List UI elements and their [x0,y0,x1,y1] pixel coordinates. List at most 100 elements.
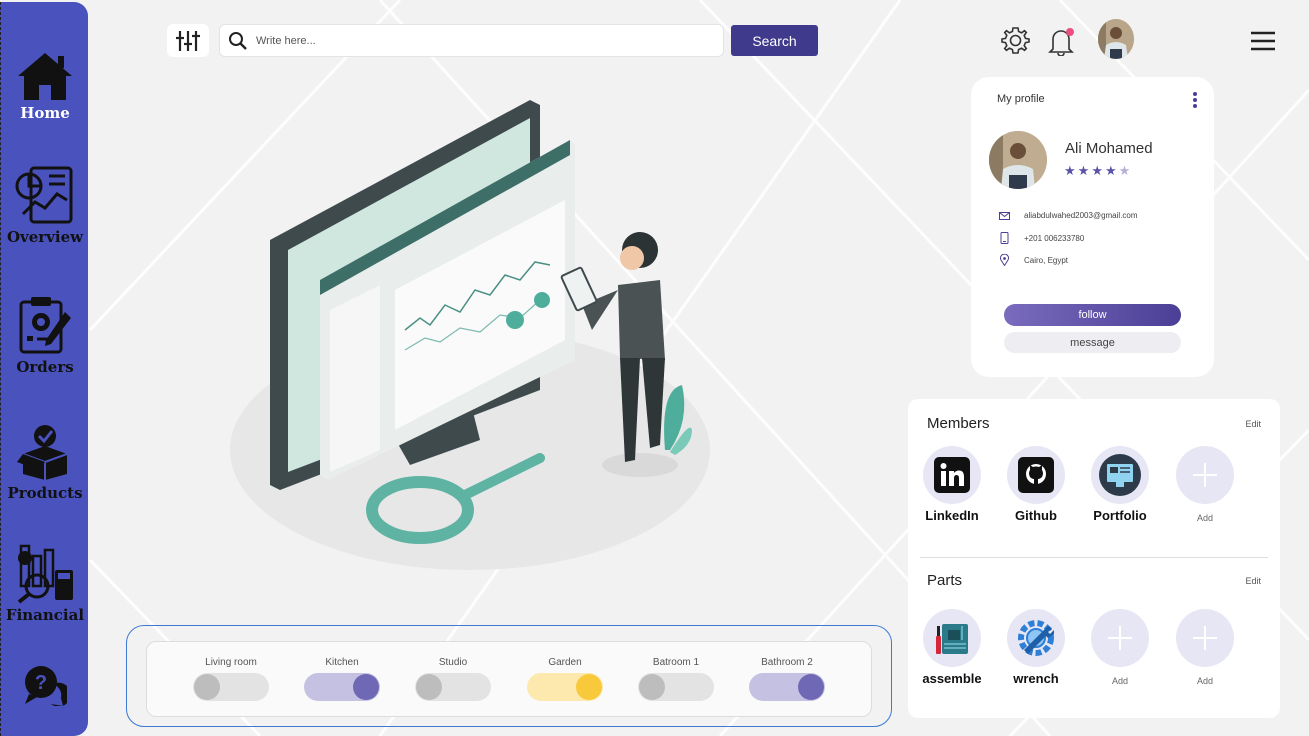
analytics-illustration [230,100,710,570]
room-toggle[interactable] [527,673,603,701]
search-box [219,24,724,57]
help-button[interactable]: ? [1,664,89,706]
follow-button[interactable]: follow [1004,304,1181,326]
star-icon: ★ [1104,163,1119,178]
room-toggle[interactable] [638,673,714,701]
add-tile-circle [1176,446,1234,504]
profile-phone-row: +201 006233780 [999,232,1084,244]
section-divider [920,557,1268,558]
profile-avatar [989,131,1047,189]
search-icon [229,31,247,50]
parts-edit-link[interactable]: Edit [1245,576,1261,586]
sliders-icon [176,30,200,51]
profile-card: My profile Ali Mohamed ★★★★★ aliabdulwah… [971,77,1214,377]
portfolio-tile-circle [1091,446,1149,504]
star-icon: ★ [1077,163,1092,178]
menu-icon[interactable] [1250,30,1276,52]
add-label: Add [1196,513,1213,523]
member-github[interactable]: Github [1001,446,1071,523]
gear-icon[interactable] [1001,26,1030,55]
room-toggle[interactable] [304,673,380,701]
part-label: assemble [922,671,982,686]
room-garden: Garden [515,657,615,701]
sidebar-item-label: Overview [6,228,84,246]
add-part-button[interactable]: Add [1170,609,1240,686]
sidebar-item-orders[interactable]: Orders [1,294,89,376]
profile-location-row: Cairo, Egypt [999,254,1068,266]
message-button[interactable]: message [1004,332,1181,353]
members-edit-link[interactable]: Edit [1245,419,1261,429]
add-tile-circle [1091,609,1149,667]
parts-title: Parts [927,572,963,589]
profile-rating: ★★★★★ [1064,163,1132,179]
user-avatar[interactable] [1098,19,1134,59]
room-toggle[interactable] [749,673,825,701]
member-label: LinkedIn [925,508,979,523]
room-label: Kitchen [325,657,359,668]
search-button[interactable]: Search [731,25,818,56]
financial-calculator-icon [17,544,73,604]
mail-icon [999,211,1010,220]
room-label: Studio [438,657,468,668]
github-icon [1018,457,1054,493]
plus-icon [1193,463,1217,487]
toggle-knob [576,674,602,700]
add-tile-circle [1176,609,1234,667]
toggle-knob [416,674,442,700]
star-icon: ★ [1064,163,1078,178]
members-title: Members [927,415,990,432]
sidebar-item-label: Financial [5,606,85,624]
portfolio-monitor-icon [1099,454,1141,496]
profile-card-title: My profile [997,93,1045,105]
rooms-toggle-list: Living room Kitchen Studio Garden Batroo… [146,641,872,717]
part-assemble[interactable]: assemble [917,609,987,686]
room-label: Garden [548,657,582,668]
github-tile-circle [1007,446,1065,504]
linkedin-icon [934,457,970,493]
add-member-button[interactable]: Add [1170,446,1240,523]
room-toggle[interactable] [415,673,491,701]
member-linkedin[interactable]: LinkedIn [917,446,987,523]
sidebar-item-overview[interactable]: Overview [1,164,89,246]
sidebar-item-label: Orders [16,358,74,376]
add-part-button[interactable]: Add [1085,609,1155,686]
svg-text:?: ? [35,672,47,694]
wrench-tile-circle [1007,609,1065,667]
filter-button[interactable] [167,24,209,57]
sidebar-item-label: Products [7,484,83,502]
notification-bell-icon[interactable] [1047,26,1077,56]
room-kitchen: Kitchen [292,657,392,701]
star-icon: ★ [1091,163,1105,178]
toggle-knob [194,674,220,700]
member-label: Github [1015,508,1057,523]
member-portfolio[interactable]: Portfolio [1085,446,1155,523]
sidebar-item-products[interactable]: Products [1,420,89,502]
rooms-panel: Living room Kitchen Studio Garden Batroo… [126,625,892,727]
profile-email-row: aliabdulwahed2003@gmail.com [999,211,1138,220]
sidebar-item-label: Home [20,104,70,122]
location-pin-icon [1000,254,1009,266]
room-bathroom-2: Bathroom 2 [737,657,837,701]
profile-email: aliabdulwahed2003@gmail.com [1024,211,1138,220]
circuit-board-icon [936,624,968,654]
sidebar-item-home[interactable]: Home [1,50,89,122]
room-label: Batroom 1 [652,657,700,668]
sidebar: Home Overview Orders Products Financial … [0,2,88,736]
help-chat-icon: ? [25,666,67,706]
profile-location: Cairo, Egypt [1024,255,1069,265]
assemble-tile-circle [923,609,981,667]
part-wrench[interactable]: wrench [1001,609,1071,686]
add-label: Add [1196,676,1213,686]
room-toggle[interactable] [193,673,269,701]
linkedin-tile-circle [923,446,981,504]
gear-wrench-icon [1018,620,1054,656]
members-parts-card: Members Edit LinkedIn Github Portfolio A… [908,399,1280,718]
more-options-icon[interactable] [1192,91,1198,109]
room-label: Living room [205,657,257,668]
overview-chart-icon [15,166,73,224]
sidebar-item-financial[interactable]: Financial [1,542,89,624]
room-label: Bathroom 2 [761,657,813,668]
user-photo-icon [1098,19,1134,59]
search-input[interactable] [256,34,696,47]
room-living-room: Living room [181,657,281,701]
